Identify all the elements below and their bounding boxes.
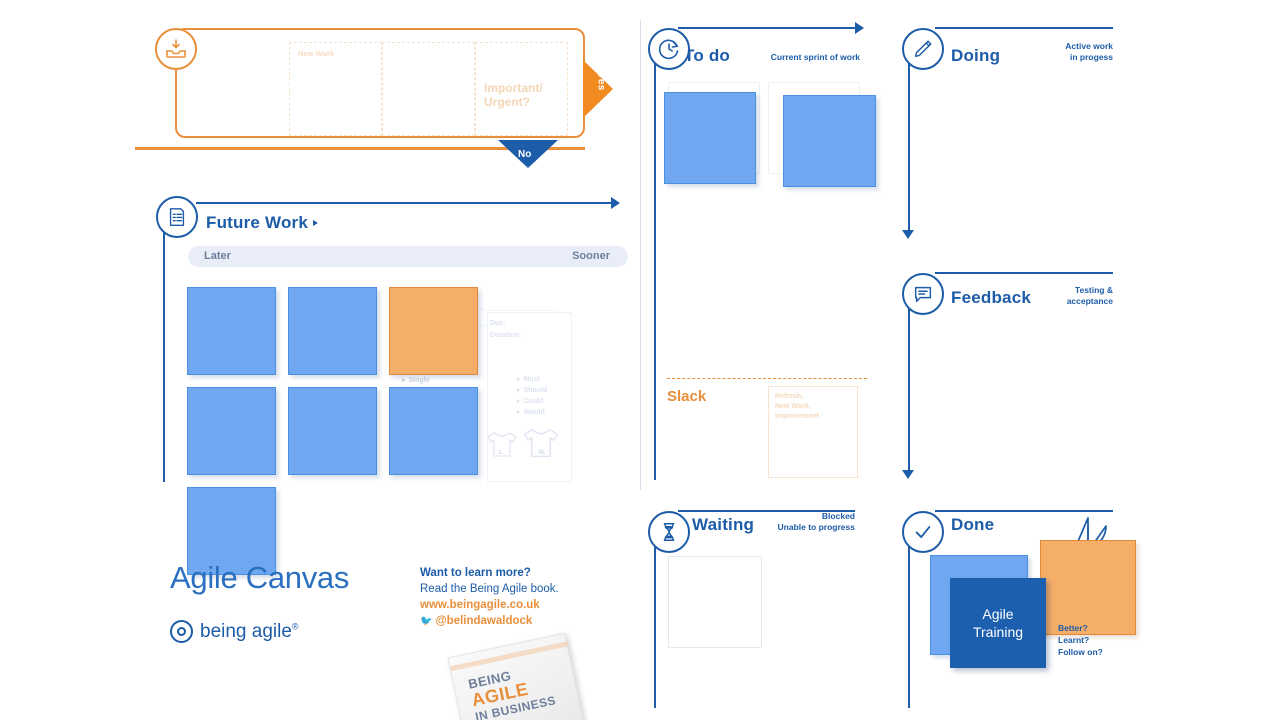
waiting-subtitle: Blocked Unable to progress: [777, 511, 855, 532]
waiting-left-line: [654, 538, 656, 708]
retro-learnt: Learnt?: [1058, 635, 1090, 645]
done-card-orange[interactable]: [1040, 540, 1136, 635]
future-work-title-text: Future Work: [206, 213, 309, 232]
inbox-question-label: Important/ Urgent?: [484, 81, 543, 109]
moscow-should: Should: [517, 385, 548, 396]
check-circle-icon: [902, 511, 944, 553]
due-label: Due:: [490, 320, 506, 327]
future-work-card[interactable]: [187, 287, 276, 375]
tshirt-label-l: L: [499, 450, 503, 456]
future-work-card[interactable]: [389, 387, 478, 475]
moscow-could: Could: [517, 396, 547, 407]
todo-card[interactable]: [783, 95, 876, 187]
speech-bubble-icon: [902, 273, 944, 315]
retro-follow-on: Follow on?: [1058, 647, 1103, 657]
twitter-bird-icon: 🐦: [420, 616, 433, 627]
done-left-line: [908, 538, 910, 708]
priority-scale-bar[interactable]: Later Sooner: [188, 246, 628, 267]
done-card-agile-training[interactable]: Agile Training: [950, 578, 1046, 668]
retrospective-prompts: Better? Learnt? Follow on?: [1058, 622, 1103, 658]
waiting-card-slot[interactable]: [668, 556, 762, 648]
slack-text-line1: Refresh,: [775, 393, 804, 400]
todo-subtitle: Current sprint of work: [770, 52, 860, 62]
slack-text-line3: Improvement: [775, 413, 819, 420]
promo-headline: Want to learn more?: [420, 567, 531, 579]
inbox-slot-2[interactable]: [382, 42, 475, 136]
hourglass-icon: [648, 511, 690, 553]
promo-website-link[interactable]: www.beingagile.co.uk: [420, 597, 640, 613]
scale-label-sooner: Sooner: [572, 250, 610, 262]
brand-name: being agile: [200, 620, 292, 642]
being-agile-wordmark: being agile®: [200, 621, 299, 643]
scale-label-later: Later: [204, 250, 231, 262]
feedback-down-arrow-head: [902, 470, 914, 479]
no-label: No: [518, 149, 532, 160]
registered-mark: ®: [291, 621, 299, 632]
feedback-top-line: [935, 272, 1113, 274]
being-agile-book-image: BEING AGILE IN BUSINESS Deliver more val…: [447, 624, 622, 720]
promo-block: Want to learn more? Read the Being Agile…: [420, 565, 640, 630]
agile-canvas-board: Inbox New Work Important/ Urgent? Yes No…: [0, 0, 1280, 720]
retro-better: Better?: [1058, 623, 1088, 633]
single-label: Single: [402, 376, 430, 384]
inbox-panel: New Work Important/ Urgent?: [175, 28, 585, 138]
clock-arrow-icon: [648, 28, 690, 70]
todo-arrow-head: [855, 22, 864, 34]
inbox-new-work-label: New Work: [298, 49, 335, 58]
future-work-left-line: [163, 228, 165, 482]
slack-title: Slack: [667, 388, 707, 405]
promo-twitter-handle[interactable]: 🐦 @belindawaldock: [420, 613, 640, 630]
slack-divider: [667, 378, 867, 379]
doing-left-line: [908, 55, 910, 230]
pencil-icon: [902, 28, 944, 70]
slack-card[interactable]: Refresh, New Work, Improvement: [768, 386, 858, 478]
book-band: [450, 641, 569, 672]
yes-label: Yes: [595, 72, 607, 91]
expand-triangle-icon[interactable]: [313, 220, 319, 226]
moscow-would: Would: [517, 407, 547, 418]
inbox-slot-1[interactable]: New Work: [289, 42, 382, 136]
twitter-handle-text: @belindawaldock: [435, 615, 533, 627]
future-work-card[interactable]: [187, 387, 276, 475]
book-cover: BEING AGILE IN BUSINESS Deliver more val…: [447, 632, 596, 720]
promo-subline: Read the Being Agile book.: [420, 583, 559, 595]
page-title: Agile Canvas: [170, 560, 350, 595]
slack-card-text: Refresh, New Work, Improvement: [775, 392, 819, 422]
feedback-subtitle: Testing & acceptance: [1066, 285, 1113, 306]
future-work-card[interactable]: [288, 287, 377, 375]
inbox-tray-icon: [155, 28, 197, 70]
moscow-list: Must Should Could Would: [517, 374, 548, 418]
todo-left-line: [654, 55, 656, 480]
being-agile-logo: being agile®: [170, 620, 299, 643]
checklist-document-icon: [156, 196, 198, 238]
doing-title: Doing: [951, 46, 1001, 65]
agile-training-label: Agile Training: [972, 606, 1024, 640]
doing-down-arrow-head: [902, 230, 914, 239]
doing-top-line: [935, 27, 1113, 29]
future-work-title: Future Work: [206, 213, 319, 233]
doing-subtitle: Active work in progess: [1065, 41, 1113, 62]
future-work-card-orange[interactable]: [389, 287, 478, 375]
inbox-slot-3[interactable]: Important/ Urgent?: [475, 42, 568, 136]
todo-top-line: [678, 27, 855, 29]
future-work-top-line: [196, 202, 611, 204]
moscow-must: Must: [517, 374, 547, 385]
done-title: Done: [951, 515, 995, 534]
duration-label: Duration:: [490, 332, 522, 339]
being-agile-mark-icon: [170, 620, 193, 643]
todo-card[interactable]: [664, 92, 756, 184]
tshirt-label-xl: XL: [538, 450, 546, 456]
future-work-card[interactable]: [288, 387, 377, 475]
column-separator: [640, 20, 641, 490]
future-work-arrow-head: [611, 197, 620, 209]
slack-text-line2: New Work,: [775, 403, 811, 410]
feedback-left-line: [908, 300, 910, 470]
